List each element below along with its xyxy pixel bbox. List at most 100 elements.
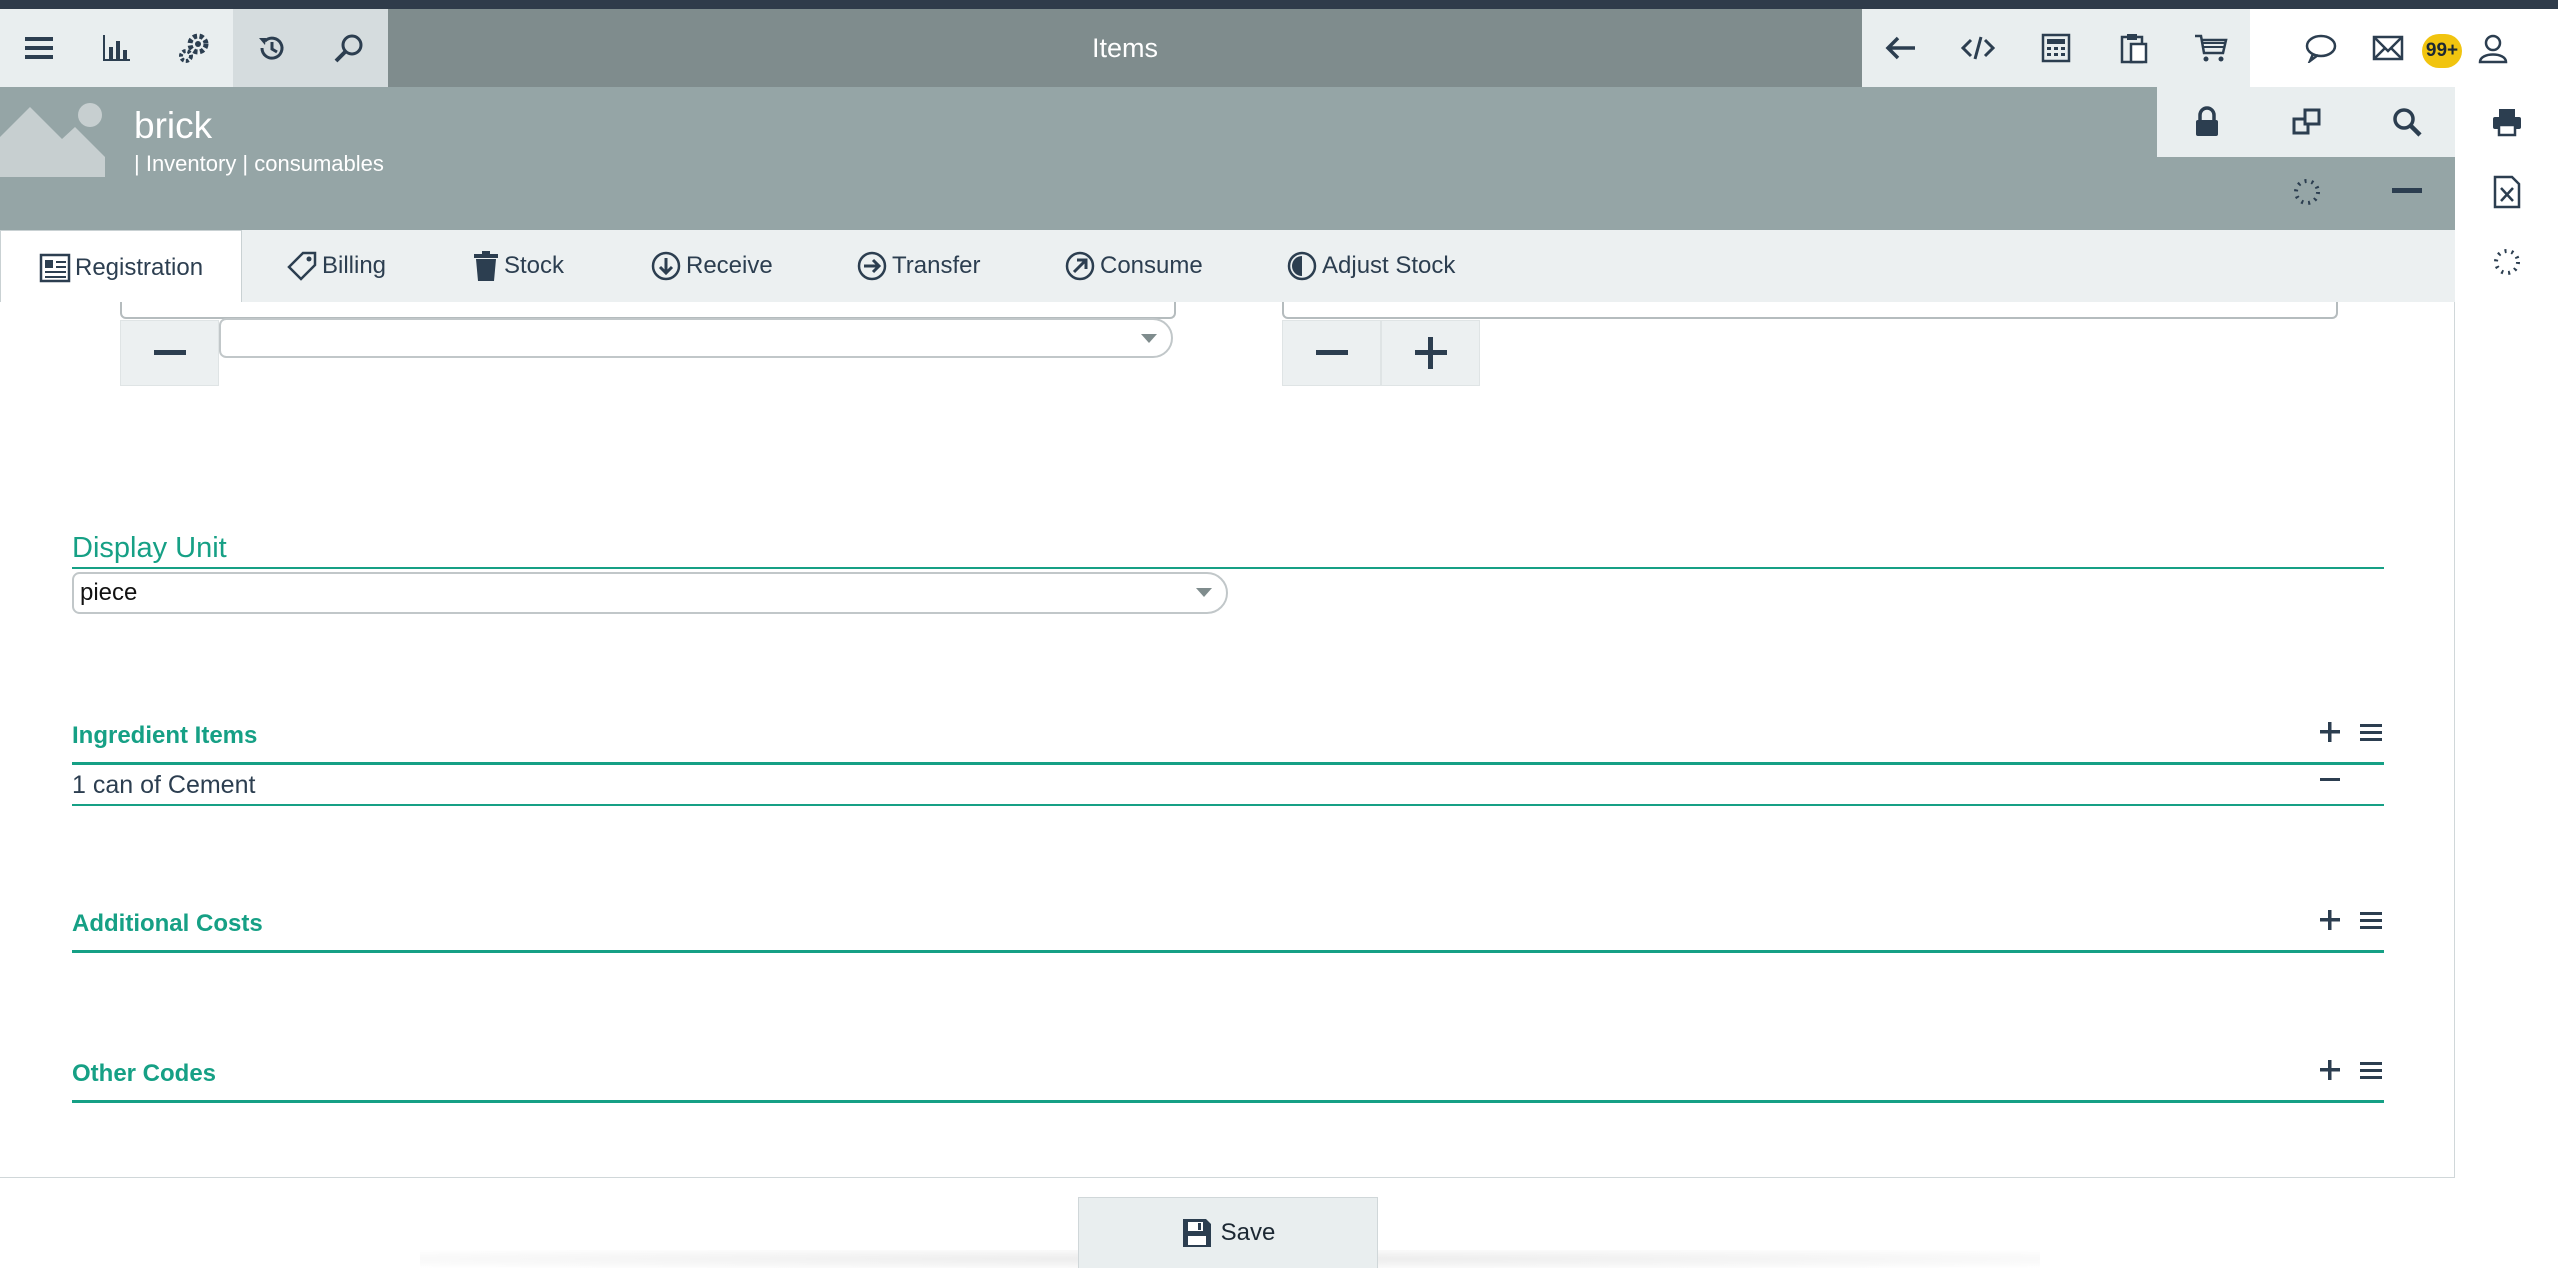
- remove-row-button[interactable]: [120, 320, 219, 386]
- cost-menu-button[interactable]: [2360, 910, 2382, 930]
- cart-icon: [2195, 34, 2228, 62]
- display-unit-divider: [72, 567, 2384, 569]
- history-icon: [258, 36, 284, 60]
- add-ingredient-button[interactable]: [2320, 722, 2340, 742]
- item-header: brick | Inventory | consumables: [0, 87, 2558, 230]
- reports-button[interactable]: [78, 9, 156, 87]
- notification-badge: 99+: [2422, 34, 2462, 68]
- spinner-icon: [2493, 249, 2520, 275]
- user-menu-button[interactable]: [2464, 9, 2520, 87]
- image-placeholder-icon: [0, 103, 105, 177]
- plus-icon: [2320, 1060, 2340, 1080]
- global-search-button[interactable]: [310, 9, 388, 87]
- remove-button[interactable]: [1282, 320, 1381, 386]
- add-code-button[interactable]: [2320, 1060, 2340, 1080]
- user-icon: [2478, 34, 2508, 64]
- find-button[interactable]: [2357, 87, 2457, 157]
- back-arrow-icon: [1885, 36, 1915, 60]
- ingredient-items-actions: [2320, 722, 2382, 742]
- tab-label: Registration: [75, 253, 204, 281]
- list-icon: [2360, 724, 2382, 741]
- ingredient-row-actions: [2320, 777, 2340, 783]
- plus-icon: [1414, 337, 1447, 369]
- ingredient-menu-button[interactable]: [2360, 722, 2382, 742]
- open-window-button[interactable]: [2257, 87, 2357, 157]
- add-cost-button[interactable]: [2320, 910, 2340, 930]
- tab-transfer[interactable]: Transfer: [856, 230, 980, 302]
- arrow-down-circle-icon: [651, 251, 681, 281]
- tab-billing[interactable]: Billing: [286, 230, 386, 302]
- ingredient-items-title: Ingredient Items: [72, 722, 258, 749]
- tab-bar: Registration Billing Stock Receive Trans…: [0, 230, 2455, 304]
- item-name: brick: [134, 105, 213, 146]
- tab-stock[interactable]: Stock: [472, 230, 564, 302]
- right-rail: [2455, 87, 2558, 1268]
- window-top-strip: [0, 0, 2558, 9]
- tag-icon: [287, 251, 317, 281]
- tab-consume[interactable]: Consume: [1064, 230, 1203, 302]
- navbar: Items 99+: [0, 9, 2558, 87]
- plus-icon: [2320, 722, 2340, 742]
- tab-label: Stock: [504, 252, 565, 279]
- code-menu-button[interactable]: [2360, 1060, 2382, 1080]
- search-icon: [334, 34, 363, 63]
- list-icon: [2360, 1062, 2382, 1079]
- previous-field-right[interactable]: [1282, 302, 2338, 319]
- settings-button[interactable]: [155, 9, 233, 87]
- adjust-icon: [1287, 251, 1317, 281]
- chart-icon: [103, 35, 131, 61]
- cart-button[interactable]: [2172, 9, 2250, 87]
- other-codes-title: Other Codes: [72, 1060, 217, 1087]
- list-item: 1 can of Cement: [72, 771, 256, 799]
- chevron-down-icon: [1141, 334, 1157, 343]
- chat-icon: [2305, 34, 2337, 63]
- item-thumbnail[interactable]: [0, 97, 105, 185]
- additional-costs-divider: [72, 950, 2384, 953]
- lock-button[interactable]: [2157, 87, 2257, 157]
- plus-icon: [2320, 910, 2340, 930]
- print-button[interactable]: [2455, 87, 2558, 157]
- remove-ingredient-button[interactable]: [2320, 777, 2340, 783]
- arrow-right-circle-icon: [857, 251, 887, 281]
- code-button[interactable]: [1940, 9, 2018, 87]
- minus-icon: [2320, 778, 2340, 781]
- collapse-button[interactable]: [2357, 157, 2457, 227]
- arrow-up-right-circle-icon: [1065, 251, 1095, 281]
- other-codes-divider: [72, 1100, 2384, 1103]
- back-button[interactable]: [1862, 9, 1940, 87]
- display-unit-select[interactable]: piece: [72, 572, 1228, 614]
- additional-costs-title: Additional Costs: [72, 910, 263, 937]
- menu-button[interactable]: [0, 9, 78, 87]
- display-unit-value: piece: [80, 579, 138, 606]
- mail-button[interactable]: [2360, 9, 2416, 87]
- rail-loading-indicator: [2455, 227, 2558, 297]
- calculator-button[interactable]: [2017, 9, 2095, 87]
- ingredient-row-divider: [72, 804, 2384, 806]
- chat-button[interactable]: [2282, 9, 2360, 87]
- tab-adjust-stock[interactable]: Adjust Stock: [1286, 230, 1455, 302]
- add-button[interactable]: [1381, 320, 1480, 386]
- previous-field-left[interactable]: [120, 302, 1176, 319]
- save-button[interactable]: Save: [1078, 1197, 1378, 1268]
- tab-label: Receive: [686, 252, 773, 279]
- menu-icon: [24, 37, 53, 59]
- external-window-icon: [2292, 108, 2321, 135]
- additional-costs-actions: [2320, 910, 2382, 930]
- list-icon: [2360, 912, 2382, 929]
- spinner-icon: [2294, 179, 2320, 205]
- nav-right-group: [1862, 9, 2250, 87]
- trash-icon: [474, 251, 498, 281]
- unit-select[interactable]: [219, 318, 1173, 358]
- printer-icon: [2492, 109, 2521, 137]
- minus-icon: [153, 350, 186, 355]
- tab-registration[interactable]: Registration: [0, 230, 243, 304]
- minus-icon: [1315, 350, 1348, 355]
- clipboard-button[interactable]: [2095, 9, 2173, 87]
- export-excel-button[interactable]: [2455, 157, 2558, 227]
- ingredient-items-divider: [72, 762, 2384, 765]
- tab-label: Transfer: [892, 252, 981, 279]
- tab-receive[interactable]: Receive: [650, 230, 773, 302]
- history-button[interactable]: [232, 9, 311, 87]
- form-content: Display Unit piece Ingredient Items 1 ca…: [0, 302, 2455, 1178]
- tab-label: Adjust Stock: [1322, 252, 1456, 279]
